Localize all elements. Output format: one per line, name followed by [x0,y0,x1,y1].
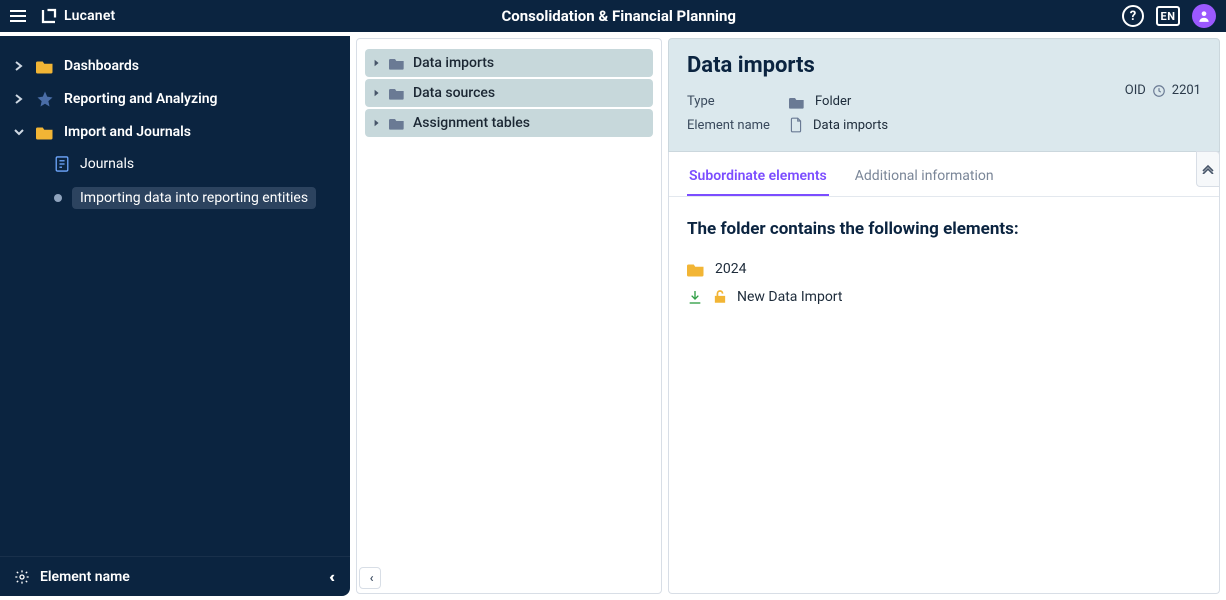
folder-icon [789,95,805,109]
sidebar-footer: Element name ‹‹ [0,556,350,596]
chevron-right-icon [373,59,381,67]
oid-value: 2201 [1172,83,1201,98]
oid-label: OID [1125,83,1146,98]
folder-icon [389,56,405,70]
chevron-right-icon [373,89,381,97]
tab-subordinate-elements[interactable]: Subordinate elements [687,162,829,196]
brand-logo: Lucanet [40,7,115,25]
chevron-right-icon [14,61,26,71]
user-icon [1197,9,1211,23]
element-row-label: 2024 [715,261,746,277]
oid-display: OID 2201 [1125,83,1201,98]
sidebar-collapse-button[interactable]: ‹‹ [330,567,336,586]
chevron-down-icon [14,127,26,137]
brand-name: Lucanet [64,8,115,24]
meta-name-label: Element name [687,118,779,133]
folder-icon [389,116,405,130]
lock-open-icon [713,289,727,305]
tree-row-data-sources[interactable]: Data sources [365,79,653,107]
sidebar-subitem-label: Importing data into reporting entities [72,187,316,209]
folder-icon [389,86,405,100]
sidebar-item-label: Import and Journals [64,124,191,140]
details-heading: Data imports [687,53,1201,78]
sidebar-subitem-importing[interactable]: Importing data into reporting entities [46,180,350,216]
details-panel: Data imports Type Folder Element name Da… [668,38,1220,594]
tree-row-label: Data imports [413,55,494,71]
meta-type-label: Type [687,94,779,109]
tab-additional-information[interactable]: Additional information [853,162,996,196]
details-header: Data imports Type Folder Element name Da… [668,38,1220,152]
sidebar-item-dashboards[interactable]: Dashboards [0,50,350,82]
star-icon [36,90,54,108]
tree-collapse-button[interactable]: ‹‹ [359,567,381,589]
sidebar-item-reporting[interactable]: Reporting and Analyzing [0,82,350,116]
dot-icon [54,194,62,202]
details-tabs: Subordinate elements Additional informat… [669,152,1219,197]
document-icon [54,155,70,173]
folder-icon [687,261,705,277]
app-title: Consolidation & Financial Planning [115,7,1122,25]
sidebar-subitem-journals[interactable]: Journals [46,148,350,180]
tree-row-data-imports[interactable]: Data imports [365,49,653,77]
top-bar: Lucanet Consolidation & Financial Planni… [0,0,1226,32]
sidebar-item-import[interactable]: Import and Journals [0,116,350,148]
meta-name-value: Data imports [813,118,888,133]
logo-icon [40,7,58,25]
tree-panel: Data imports Data sources Assignment tab… [356,38,662,594]
document-icon [789,117,803,133]
sidebar-subitem-label: Journals [80,156,134,172]
details-body-heading: The folder contains the following elemen… [687,219,1201,239]
chevron-right-icon [14,94,26,104]
gear-icon[interactable] [14,569,30,585]
tree-row-assignment-tables[interactable]: Assignment tables [365,109,653,137]
language-selector[interactable]: EN [1156,6,1180,26]
sidebar-item-label: Reporting and Analyzing [64,91,218,107]
tree-row-label: Data sources [413,85,495,101]
folder-icon [36,124,54,140]
folder-icon [36,58,54,74]
chevron-right-icon [373,119,381,127]
element-row-2024[interactable]: 2024 [687,255,1201,283]
element-row-new-data-import[interactable]: New Data Import [687,283,1201,311]
meta-type-value: Folder [815,94,851,109]
element-row-label: New Data Import [737,289,842,305]
help-icon[interactable]: ? [1122,5,1144,27]
clock-icon [1152,84,1166,98]
sidebar: Dashboards Reporting and Analyzing Impor… [0,36,350,596]
sidebar-footer-label: Element name [40,569,130,585]
menu-toggle[interactable] [10,6,30,26]
import-icon [687,289,703,305]
user-avatar[interactable] [1192,4,1216,28]
sidebar-item-label: Dashboards [64,58,139,74]
tree-row-label: Assignment tables [413,115,530,131]
